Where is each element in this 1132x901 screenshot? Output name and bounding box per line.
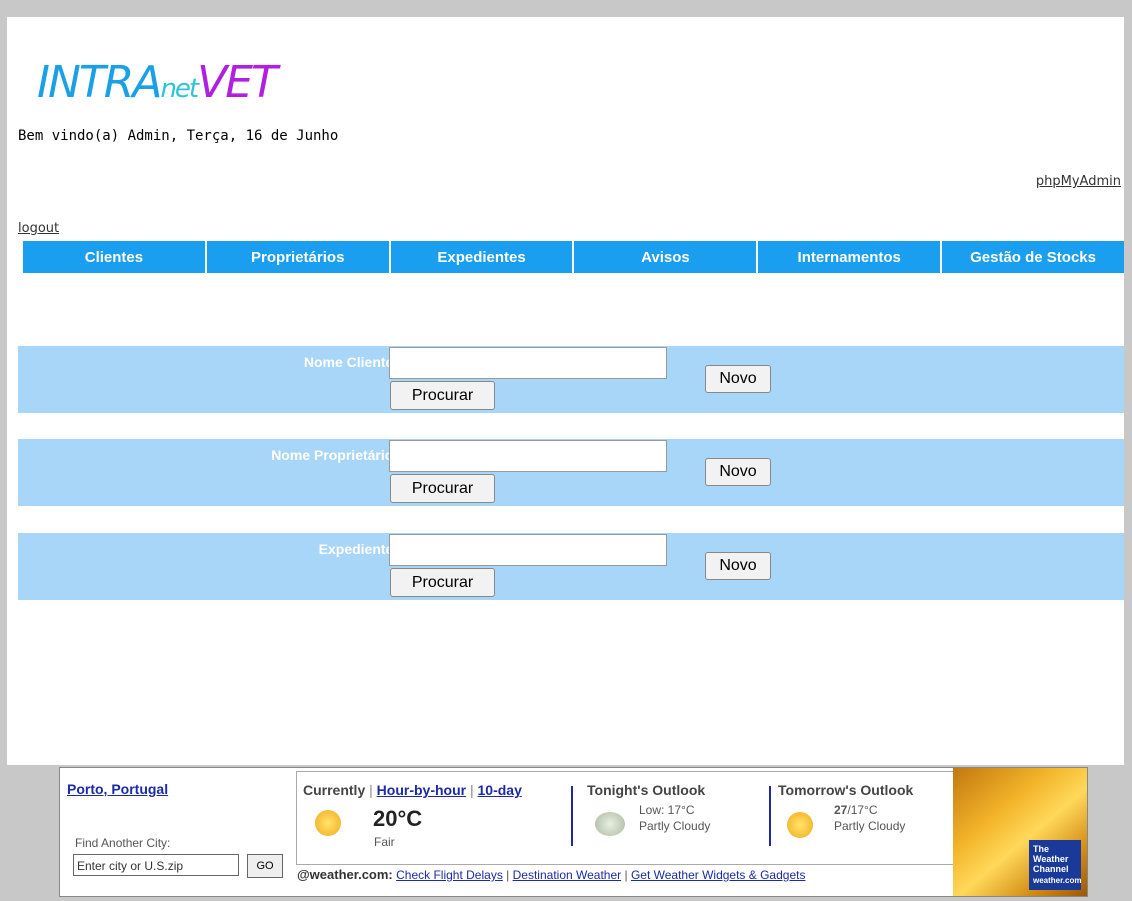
forecast-panel: Currently | Hour-by-hour | 10-day 20°C F… xyxy=(296,771,954,865)
tab-expedientes[interactable]: Expedientes xyxy=(390,241,575,273)
cliente-label: Nome Cliente: xyxy=(303,354,398,370)
tomorrow-condition: Partly Cloudy xyxy=(834,819,906,833)
tomorrow-low: /17°C xyxy=(847,803,878,817)
weather-footer: @weather.com: Check Flight Delays | Dest… xyxy=(297,867,806,882)
weather-widgets-link[interactable]: Get Weather Widgets & Gadgets xyxy=(631,868,806,882)
proprietario-label: Nome Proprietário: xyxy=(271,447,398,463)
cliente-input[interactable] xyxy=(389,347,667,379)
tab-internamentos[interactable]: Internamentos xyxy=(758,241,943,273)
tomorrow-high: 27 xyxy=(834,803,848,817)
city-link[interactable]: Porto, Portugal xyxy=(67,781,168,797)
ten-day-link[interactable]: 10-day xyxy=(478,782,522,798)
tonight-condition: Partly Cloudy xyxy=(639,819,711,833)
welcome-text: Bem vindo(a) Admin, Terça, 16 de Junho xyxy=(18,128,339,144)
novo-proprietario-button[interactable]: Novo xyxy=(705,458,771,486)
search-row-proprietario: Nome Proprietário: Procurar Novo xyxy=(18,439,1124,506)
partly-cloudy-night-icon xyxy=(595,812,625,836)
current-condition: Fair xyxy=(374,835,395,849)
procurar-cliente-button[interactable]: Procurar xyxy=(390,381,495,410)
tonight-low: Low: 17°C xyxy=(639,803,695,817)
main-nav: Clientes Proprietários Expedientes Aviso… xyxy=(23,241,1124,273)
search-row-expediente: Expediente: Procurar Novo xyxy=(18,533,1124,600)
partly-cloudy-day-icon xyxy=(787,812,813,838)
phpmyadmin-link[interactable]: phpMyAdmin xyxy=(1036,174,1121,189)
proprietario-input[interactable] xyxy=(389,440,667,472)
tomorrow-temps: 27/17°C xyxy=(834,803,878,817)
separator xyxy=(769,786,771,846)
expediente-input[interactable] xyxy=(389,534,667,566)
tab-gestao-stocks[interactable]: Gestão de Stocks xyxy=(942,241,1124,273)
flight-delays-link[interactable]: Check Flight Delays xyxy=(396,868,503,882)
tomorrow-title: Tomorrow's Outlook xyxy=(778,782,914,798)
intranetvet-logo: INTRAnetVET xyxy=(37,57,278,108)
main-page: INTRAnetVET Bem vindo(a) Admin, Terça, 1… xyxy=(7,17,1124,765)
procurar-expediente-button[interactable]: Procurar xyxy=(390,568,495,597)
tab-proprietarios[interactable]: Proprietários xyxy=(206,241,391,273)
novo-expediente-button[interactable]: Novo xyxy=(705,552,771,580)
logout-link[interactable]: logout xyxy=(18,221,59,236)
tab-clientes[interactable]: Clientes xyxy=(23,241,207,273)
novo-cliente-button[interactable]: Novo xyxy=(705,365,771,393)
forecast-tabs: Currently | Hour-by-hour | 10-day xyxy=(303,782,522,798)
tab-avisos[interactable]: Avisos xyxy=(574,241,759,273)
destination-weather-link[interactable]: Destination Weather xyxy=(513,868,622,882)
city-search-input[interactable]: Enter city or U.S.zip xyxy=(73,854,239,876)
weather-promo-banner[interactable]: The Weather Channel weather.com xyxy=(953,768,1087,896)
go-button[interactable]: GO xyxy=(247,854,283,878)
search-row-cliente: Nome Cliente: Procurar Novo xyxy=(18,346,1124,413)
weather-widget: Porto, Portugal Find Another City: Enter… xyxy=(59,767,1088,897)
hour-by-hour-link[interactable]: Hour-by-hour xyxy=(377,782,466,798)
find-city-label: Find Another City: xyxy=(75,836,171,850)
tonight-title: Tonight's Outlook xyxy=(587,782,706,798)
weather-channel-logo: The Weather Channel weather.com xyxy=(1029,840,1081,890)
fair-weather-icon xyxy=(315,810,341,836)
currently-label: Currently xyxy=(303,782,366,798)
current-temperature: 20°C xyxy=(373,806,423,831)
expediente-label: Expediente: xyxy=(318,541,398,557)
weather-brand: @weather.com: xyxy=(297,867,393,882)
separator xyxy=(571,786,573,846)
procurar-proprietario-button[interactable]: Procurar xyxy=(390,474,495,503)
